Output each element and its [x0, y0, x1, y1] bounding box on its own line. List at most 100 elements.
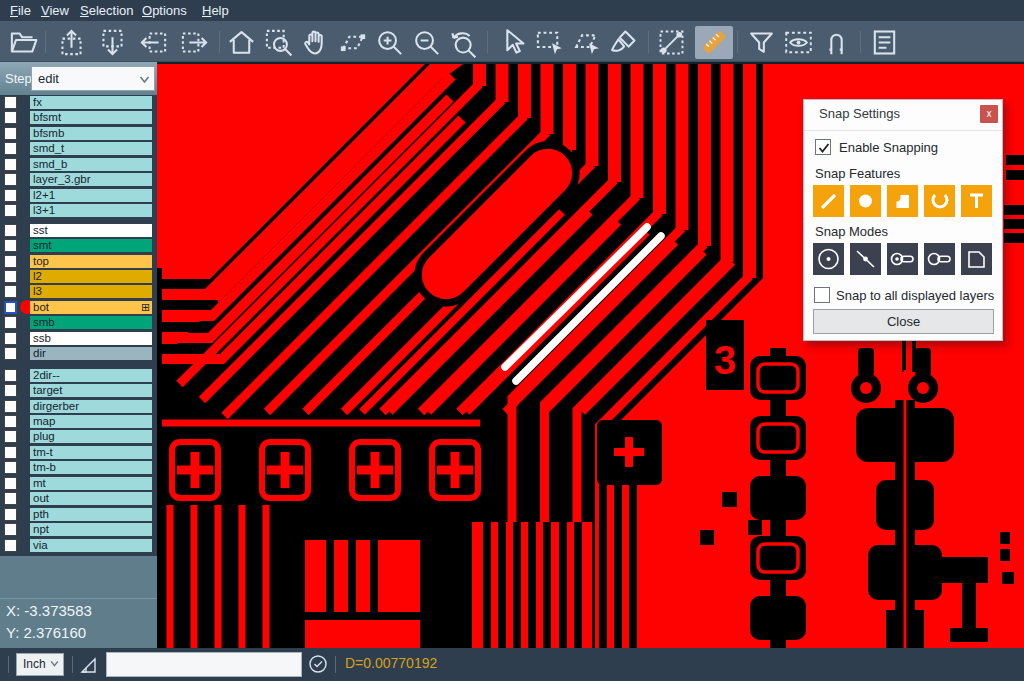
snap-feature-arc-button[interactable]: [924, 185, 955, 217]
layer-checkbox[interactable]: [4, 301, 17, 314]
layer-checkbox[interactable]: [4, 204, 17, 217]
layer-row[interactable]: out ⊞: [0, 492, 157, 505]
layer-checkbox[interactable]: [4, 384, 17, 397]
refresh-circle-icon[interactable]: [308, 654, 328, 674]
layer-checkbox[interactable]: [4, 523, 17, 536]
report-icon[interactable]: [869, 27, 899, 57]
select-rectangle-icon[interactable]: [534, 27, 564, 57]
zoom-previous-icon[interactable]: [447, 27, 477, 57]
zoom-polygon-icon[interactable]: [337, 27, 367, 57]
layer-row[interactable]: dirgerber ⊞: [0, 400, 157, 413]
layer-checkbox[interactable]: [4, 446, 17, 459]
snap-feature-line-button[interactable]: [813, 185, 844, 217]
measure-line-icon[interactable]: [656, 27, 686, 57]
layer-checkbox[interactable]: [4, 316, 17, 329]
measure-input[interactable]: [106, 652, 302, 677]
layer-row[interactable]: pth ⊞: [0, 508, 157, 521]
menu-file[interactable]: File: [10, 0, 31, 21]
layer-row[interactable]: target ⊞: [0, 384, 157, 397]
layer-row[interactable]: l2+1 ⊞: [0, 189, 157, 202]
layer-checkbox[interactable]: [4, 142, 17, 155]
zoom-window-icon[interactable]: [263, 27, 293, 57]
snap-close-button[interactable]: Close: [813, 309, 994, 334]
layer-checkbox[interactable]: [4, 158, 17, 171]
layer-row[interactable]: smt ⊞: [0, 239, 157, 252]
layer-checkbox[interactable]: [4, 461, 17, 474]
layer-row[interactable]: smd_b ⊞: [0, 158, 157, 171]
layer-row[interactable]: layer_3.gbr ⊞: [0, 173, 157, 186]
snap-mode-slot-center-button[interactable]: [887, 243, 918, 275]
layer-checkbox[interactable]: [4, 477, 17, 490]
layer-checkbox[interactable]: [4, 430, 17, 443]
layer-row[interactable]: bfsmt ⊞: [0, 111, 157, 124]
layer-checkbox[interactable]: [4, 111, 17, 124]
layer-checkbox[interactable]: [4, 255, 17, 268]
layer-row[interactable]: mt ⊞: [0, 477, 157, 490]
layer-row[interactable]: bfsmb ⊞: [0, 127, 157, 140]
layer-row[interactable]: tm-b ⊞: [0, 461, 157, 474]
layer-checkbox[interactable]: [4, 400, 17, 413]
snap-mode-slot-outline-button[interactable]: [924, 243, 955, 275]
layer-row[interactable]: smd_t ⊞: [0, 142, 157, 155]
menu-options[interactable]: Options: [142, 0, 187, 21]
layer-row[interactable]: fx ⊞: [0, 96, 157, 109]
layer-checkbox[interactable]: [4, 415, 17, 428]
layer-checkbox[interactable]: [4, 173, 17, 186]
open-folder-icon[interactable]: [8, 27, 38, 57]
layer-row[interactable]: via ⊞: [0, 539, 157, 552]
unit-select[interactable]: Inch: [16, 653, 64, 676]
layer-row[interactable]: map ⊞: [0, 415, 157, 428]
layer-checkbox[interactable]: [4, 332, 17, 345]
menu-help[interactable]: Help: [202, 0, 229, 21]
view-eye-icon[interactable]: [783, 27, 813, 57]
layer-checkbox[interactable]: [4, 508, 17, 521]
home-icon[interactable]: [226, 27, 256, 57]
layer-row[interactable]: l2 ⊞: [0, 270, 157, 283]
layer-checkbox[interactable]: [4, 347, 17, 360]
layer-checkbox[interactable]: [4, 492, 17, 505]
snap-feature-circle-button[interactable]: [850, 185, 881, 217]
layer-row[interactable]: bot ⊞: [0, 301, 157, 314]
zoom-out-icon[interactable]: [411, 27, 441, 57]
layer-row[interactable]: smb ⊞: [0, 316, 157, 329]
menu-view[interactable]: View: [41, 0, 69, 21]
step-select[interactable]: edit: [31, 66, 155, 91]
pan-hand-icon[interactable]: [300, 27, 330, 57]
close-icon[interactable]: x: [980, 105, 998, 123]
move-up-icon[interactable]: [56, 27, 86, 57]
snap-feature-text-button[interactable]: [961, 185, 992, 217]
zoom-in-icon[interactable]: [374, 27, 404, 57]
layer-checkbox[interactable]: [4, 224, 17, 237]
layer-row[interactable]: npt ⊞: [0, 523, 157, 536]
layer-row[interactable]: l3+1 ⊞: [0, 204, 157, 217]
filter-icon[interactable]: [746, 27, 776, 57]
layer-checkbox[interactable]: [4, 285, 17, 298]
layer-row[interactable]: sst ⊞: [0, 224, 157, 237]
layer-checkbox[interactable]: [4, 96, 17, 109]
layer-row[interactable]: 2dir-- ⊞: [0, 369, 157, 382]
layer-checkbox[interactable]: [4, 369, 17, 382]
corner-angle-icon[interactable]: [78, 654, 100, 676]
layer-row[interactable]: l3 ⊞: [0, 285, 157, 298]
layer-checkbox[interactable]: [4, 127, 17, 140]
layer-checkbox[interactable]: [4, 270, 17, 283]
layer-checkbox[interactable]: [4, 539, 17, 552]
enable-snapping-checkbox[interactable]: [815, 139, 831, 155]
snap-mode-center-button[interactable]: [813, 243, 844, 275]
layer-row[interactable]: dir ⊞: [0, 347, 157, 360]
move-right-icon[interactable]: [179, 27, 209, 57]
layer-row[interactable]: top ⊞: [0, 255, 157, 268]
measure-ruler-button[interactable]: [695, 26, 733, 59]
layer-checkbox[interactable]: [4, 189, 17, 202]
move-down-icon[interactable]: [97, 27, 127, 57]
layer-row[interactable]: tm-t ⊞: [0, 446, 157, 459]
snap-mode-point-button[interactable]: [850, 243, 881, 275]
paint-brush-icon[interactable]: [608, 27, 638, 57]
select-cursor-icon[interactable]: [497, 27, 527, 57]
menu-selection[interactable]: Selection: [80, 0, 133, 21]
select-polygon-icon[interactable]: [571, 27, 601, 57]
snap-all-layers-checkbox[interactable]: [814, 287, 830, 303]
snap-mode-polygon-button[interactable]: [961, 243, 992, 275]
layer-row[interactable]: ssb ⊞: [0, 332, 157, 345]
snap-feature-surface-button[interactable]: [887, 185, 918, 217]
